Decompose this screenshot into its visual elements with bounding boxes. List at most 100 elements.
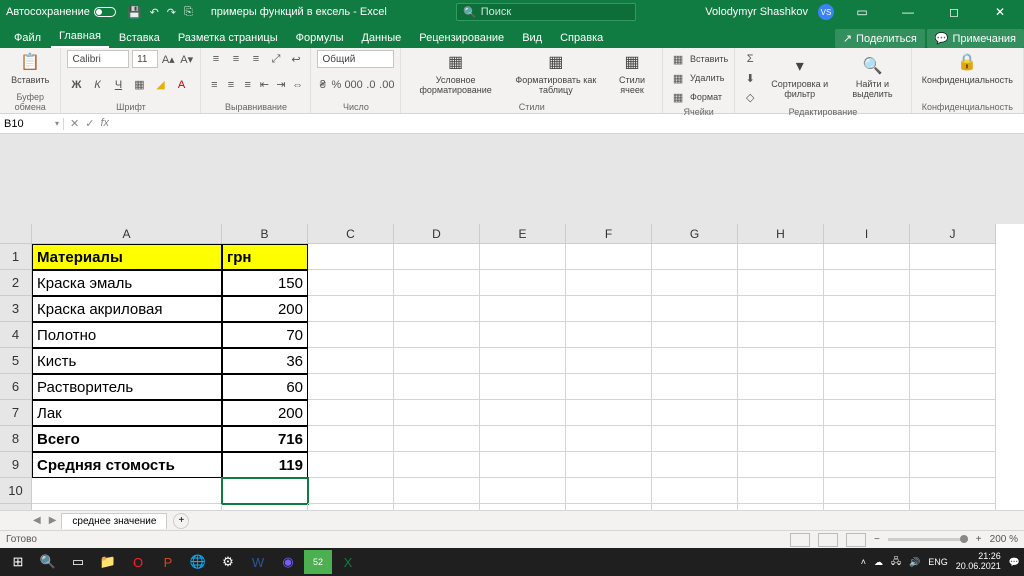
tab-разметка страницы[interactable]: Разметка страницы	[170, 28, 286, 48]
cell-styles-button[interactable]: ▦Стили ячеек	[608, 50, 656, 98]
cell-J11[interactable]	[910, 504, 996, 510]
tray-chevron-icon[interactable]: ˄	[861, 557, 866, 567]
cell-A9[interactable]: Средняя стомость	[32, 452, 222, 478]
indent-dec-icon[interactable]: ⇤	[258, 76, 272, 94]
cell-C11[interactable]	[308, 504, 394, 510]
task-view-icon[interactable]: ▭	[64, 550, 92, 574]
cell-B1[interactable]: грн	[222, 244, 308, 270]
settings-icon[interactable]: ⚙	[214, 550, 242, 574]
cell-F10[interactable]	[566, 478, 652, 504]
cell-B8[interactable]: 716	[222, 426, 308, 452]
increase-font-icon[interactable]: A▴	[161, 50, 176, 68]
inc-decimal-icon[interactable]: .0	[366, 76, 377, 94]
cell-G6[interactable]	[652, 374, 738, 400]
cell-A5[interactable]: Кисть	[32, 348, 222, 374]
cell-J3[interactable]	[910, 296, 996, 322]
volume-icon[interactable]: 🔊	[909, 557, 920, 568]
ribbon-options-icon[interactable]: ▭	[844, 5, 880, 19]
cell-A11[interactable]	[32, 504, 222, 510]
percent-icon[interactable]: %	[331, 76, 342, 94]
cell-G9[interactable]	[652, 452, 738, 478]
cell-I1[interactable]	[824, 244, 910, 270]
sheet-nav-prev-icon[interactable]: ◀	[30, 515, 44, 526]
cell-E4[interactable]	[480, 322, 566, 348]
decrease-font-icon[interactable]: A▾	[179, 50, 194, 68]
cell-H7[interactable]	[738, 400, 824, 426]
save-icon[interactable]: 💾	[128, 6, 142, 19]
comments-button[interactable]: 💬Примечания	[927, 29, 1024, 48]
row-header-8[interactable]: 8	[0, 426, 32, 452]
name-box[interactable]: B10▾	[0, 118, 64, 130]
zoom-slider[interactable]	[888, 538, 968, 541]
cell-G4[interactable]	[652, 322, 738, 348]
cell-B6[interactable]: 60	[222, 374, 308, 400]
currency-icon[interactable]: ₴	[317, 76, 328, 94]
indent-inc-icon[interactable]: ⇥	[274, 76, 288, 94]
cell-J7[interactable]	[910, 400, 996, 426]
cell-H8[interactable]	[738, 426, 824, 452]
col-header-A[interactable]: A	[32, 224, 222, 244]
font-size-combo[interactable]: 11	[132, 50, 157, 68]
search-box[interactable]: 🔍 Поиск	[456, 3, 636, 21]
col-header-F[interactable]: F	[566, 224, 652, 244]
col-header-J[interactable]: J	[910, 224, 996, 244]
col-header-B[interactable]: B	[222, 224, 308, 244]
clock[interactable]: 21:26 20.06.2021	[956, 552, 1001, 572]
cell-A1[interactable]: Материалы	[32, 244, 222, 270]
explorer-icon[interactable]: 📁	[94, 550, 122, 574]
user-avatar[interactable]: VS	[818, 4, 834, 20]
touch-icon[interactable]: ⎘	[184, 6, 193, 19]
cell-J5[interactable]	[910, 348, 996, 374]
align-bottom-icon[interactable]: ≡	[247, 50, 264, 68]
cell-J8[interactable]	[910, 426, 996, 452]
cell-F2[interactable]	[566, 270, 652, 296]
cell-A10[interactable]	[32, 478, 222, 504]
undo-icon[interactable]: ↶	[150, 6, 159, 19]
cell-I7[interactable]	[824, 400, 910, 426]
cell-B5[interactable]: 36	[222, 348, 308, 374]
cell-F3[interactable]	[566, 296, 652, 322]
cell-D11[interactable]	[394, 504, 480, 510]
format-cells-button[interactable]: Формат	[690, 92, 722, 102]
row-header-4[interactable]: 4	[0, 322, 32, 348]
cell-I3[interactable]	[824, 296, 910, 322]
font-color-icon[interactable]: A	[172, 76, 190, 94]
cell-I9[interactable]	[824, 452, 910, 478]
cell-F4[interactable]	[566, 322, 652, 348]
cell-B7[interactable]: 200	[222, 400, 308, 426]
powerpoint-icon[interactable]: P	[154, 550, 182, 574]
cell-B10[interactable]	[222, 478, 308, 504]
cell-F6[interactable]	[566, 374, 652, 400]
find-select-button[interactable]: 🔍Найти и выделить	[840, 54, 904, 102]
number-format-combo[interactable]: Общий	[317, 50, 394, 68]
viber-icon[interactable]: ◉	[274, 550, 302, 574]
col-header-G[interactable]: G	[652, 224, 738, 244]
row-header-2[interactable]: 2	[0, 270, 32, 296]
cell-E10[interactable]	[480, 478, 566, 504]
row-header-6[interactable]: 6	[0, 374, 32, 400]
cell-G10[interactable]	[652, 478, 738, 504]
cell-H5[interactable]	[738, 348, 824, 374]
cell-J4[interactable]	[910, 322, 996, 348]
cell-E3[interactable]	[480, 296, 566, 322]
cell-I8[interactable]	[824, 426, 910, 452]
cell-B2[interactable]: 150	[222, 270, 308, 296]
cell-I11[interactable]	[824, 504, 910, 510]
cell-H2[interactable]	[738, 270, 824, 296]
cell-F8[interactable]	[566, 426, 652, 452]
format-as-table-button[interactable]: ▦Форматировать как таблицу	[507, 50, 605, 98]
minimize-icon[interactable]: —	[890, 5, 926, 19]
col-header-C[interactable]: C	[308, 224, 394, 244]
cell-G2[interactable]	[652, 270, 738, 296]
word-icon[interactable]: W	[244, 550, 272, 574]
cell-J10[interactable]	[910, 478, 996, 504]
cell-J1[interactable]	[910, 244, 996, 270]
cell-H6[interactable]	[738, 374, 824, 400]
cell-D5[interactable]	[394, 348, 480, 374]
autosum-icon[interactable]: Σ	[741, 50, 759, 68]
cell-H11[interactable]	[738, 504, 824, 510]
fill-color-icon[interactable]: ◢	[151, 76, 169, 94]
align-right-icon[interactable]: ≡	[241, 76, 255, 94]
fx-icon[interactable]: fx	[100, 117, 109, 130]
cell-C4[interactable]	[308, 322, 394, 348]
